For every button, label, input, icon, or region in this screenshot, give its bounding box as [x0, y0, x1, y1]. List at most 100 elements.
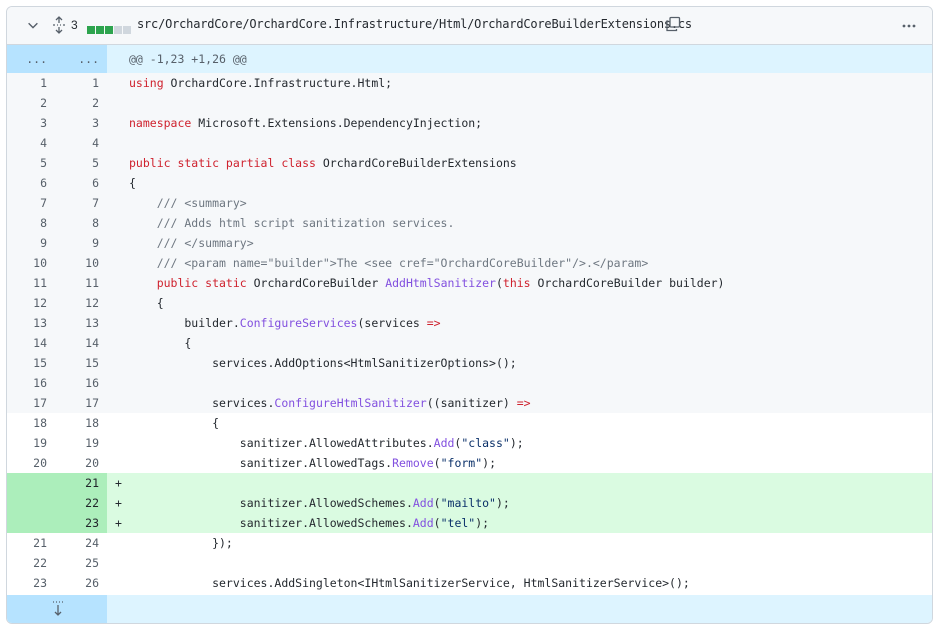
code-token: ConfigureServices: [239, 316, 358, 330]
old-line-number[interactable]: 7: [7, 193, 47, 213]
old-line-number[interactable]: 5: [7, 153, 47, 173]
old-line-number[interactable]: 4: [7, 133, 47, 153]
old-line-number[interactable]: 1: [7, 73, 47, 93]
old-line-number[interactable]: 14: [7, 333, 47, 353]
context-line: 17 17 services.ConfigureHtmlSanitizer((sa…: [7, 393, 932, 413]
old-line-number[interactable]: 19: [7, 433, 47, 453]
code-text: public static OrchardCoreBuilder AddHtml…: [129, 273, 725, 293]
chevron-down-icon[interactable]: [26, 18, 40, 32]
context-line: 77 /// <summary>: [7, 193, 932, 213]
new-line-number[interactable]: 7: [59, 193, 99, 213]
old-line-number[interactable]: 22: [7, 553, 47, 573]
new-line-number[interactable]: 17: [59, 393, 99, 413]
context-line: 12 12 {: [7, 293, 932, 313]
code-token: /// Adds html script sanitization servic…: [129, 216, 455, 230]
old-line-number[interactable]: 18: [7, 413, 47, 433]
old-line-number[interactable]: 17: [7, 393, 47, 413]
new-line-number[interactable]: 1: [59, 73, 99, 93]
diffstat-block: [114, 26, 122, 34]
code-token: (: [433, 496, 441, 510]
code-token: AddHtmlSanitizer: [378, 276, 496, 290]
diffstat-block: [96, 26, 104, 34]
code-token: OrchardCore.Infrastructure.Html;: [163, 76, 393, 90]
old-line-number[interactable]: 3: [7, 113, 47, 133]
old-line-number[interactable]: 13: [7, 313, 47, 333]
code-text: {: [129, 333, 191, 353]
context-line: 6 6 {: [7, 173, 932, 193]
old-line-number[interactable]: 8: [7, 213, 47, 233]
new-line-number[interactable]: 13: [59, 313, 99, 333]
hunk-header: ... ... @@ -1,23 +1,26 @@: [7, 45, 932, 73]
new-line-number[interactable]: 5: [59, 153, 99, 173]
code-token: {: [129, 416, 220, 430]
added-line: 21 +: [7, 473, 932, 493]
code-token: sanitizer.AllowedTags.: [129, 456, 393, 470]
diff-lines: ... ... @@ -1,23 +1,26 @@ 1 1 using Orchar…: [7, 45, 932, 593]
code-text: sanitizer.AllowedSchemes.Add("tel");: [129, 513, 489, 533]
code-token: (: [433, 456, 441, 470]
new-line-number[interactable]: 18: [59, 413, 99, 433]
code-text: /// Adds html script sanitization servic…: [129, 213, 455, 233]
new-line-number[interactable]: 3: [59, 113, 99, 133]
kebab-horizontal-icon[interactable]: [901, 18, 917, 34]
new-line-number[interactable]: 11: [59, 273, 99, 293]
code-text: /// <param name="builder">The <see cref=…: [129, 253, 649, 273]
new-line-number[interactable]: 2: [59, 93, 99, 113]
new-line-number[interactable]: 26: [59, 573, 99, 593]
copy-icon[interactable]: [665, 16, 681, 32]
code-text: services.AddOptions<HtmlSanitizerOptions…: [129, 353, 517, 373]
code-token: public static partial class: [129, 156, 316, 170]
hunk-expand-left[interactable]: ...: [7, 45, 47, 73]
new-line-number[interactable]: 24: [59, 533, 99, 553]
new-line-number[interactable]: 22: [59, 493, 99, 513]
old-line-number[interactable]: 9: [7, 233, 47, 253]
code-token: {: [129, 176, 136, 190]
file-path[interactable]: src/OrchardCore/OrchardCore.Infrastructu…: [137, 17, 692, 31]
new-line-number[interactable]: 6: [59, 173, 99, 193]
old-line-number[interactable]: 15: [7, 353, 47, 373]
context-line: 13 13 builder.ConfigureServices(services …: [7, 313, 932, 333]
new-line-number[interactable]: 16: [59, 373, 99, 393]
code-token: (services: [357, 316, 420, 330]
old-line-number[interactable]: 20: [7, 453, 47, 473]
added-marker: +: [115, 516, 122, 530]
context-line: 15 15 services.AddOptions<HtmlSanitizerOp…: [7, 353, 932, 373]
code-text: sanitizer.AllowedSchemes.Add("mailto");: [129, 493, 510, 513]
code-token: this: [502, 276, 531, 290]
code-text: {: [129, 173, 136, 193]
diff-file: 3 src/OrchardCore/OrchardCore.Infrastruc…: [6, 6, 933, 624]
old-line-number[interactable]: 12: [7, 293, 47, 313]
new-line-number[interactable]: 12: [59, 293, 99, 313]
new-line-number[interactable]: 21: [59, 473, 99, 493]
new-line-number[interactable]: 10: [59, 253, 99, 273]
new-line-number[interactable]: 14: [59, 333, 99, 353]
new-line-number[interactable]: 23: [59, 513, 99, 533]
new-line-number[interactable]: 25: [59, 553, 99, 573]
new-line-number[interactable]: 9: [59, 233, 99, 253]
code-token: ConfigureHtmlSanitizer: [274, 396, 427, 410]
context-line: 19 19 sanitizer.AllowedAttributes.Add("cl…: [7, 433, 932, 453]
code-token: ((sanitizer): [426, 396, 510, 410]
old-line-number[interactable]: 2: [7, 93, 47, 113]
old-line-number[interactable]: 10: [7, 253, 47, 273]
diffstat: [87, 21, 132, 34]
context-line: 11 11 public static OrchardCoreBuilder Ad…: [7, 273, 932, 293]
fold-down-icon[interactable]: [51, 599, 65, 617]
code-token: namespace: [129, 116, 192, 130]
old-line-number[interactable]: 23: [7, 573, 47, 593]
old-line-number[interactable]: 11: [7, 273, 47, 293]
added-marker: +: [115, 476, 122, 490]
new-line-number[interactable]: 8: [59, 213, 99, 233]
hunk-expand-right[interactable]: ...: [59, 45, 99, 73]
new-line-number[interactable]: 19: [59, 433, 99, 453]
old-line-number[interactable]: 21: [7, 533, 47, 553]
context-line: 18 18 {: [7, 413, 932, 433]
new-line-number[interactable]: 15: [59, 353, 99, 373]
new-line-number[interactable]: 20: [59, 453, 99, 473]
old-line-number[interactable]: 16: [7, 373, 47, 393]
new-line-number[interactable]: 4: [59, 133, 99, 153]
old-line-number[interactable]: 6: [7, 173, 47, 193]
unfold-icon[interactable]: [51, 16, 67, 34]
code-token: );: [495, 496, 510, 510]
code-token: "class": [461, 436, 510, 450]
